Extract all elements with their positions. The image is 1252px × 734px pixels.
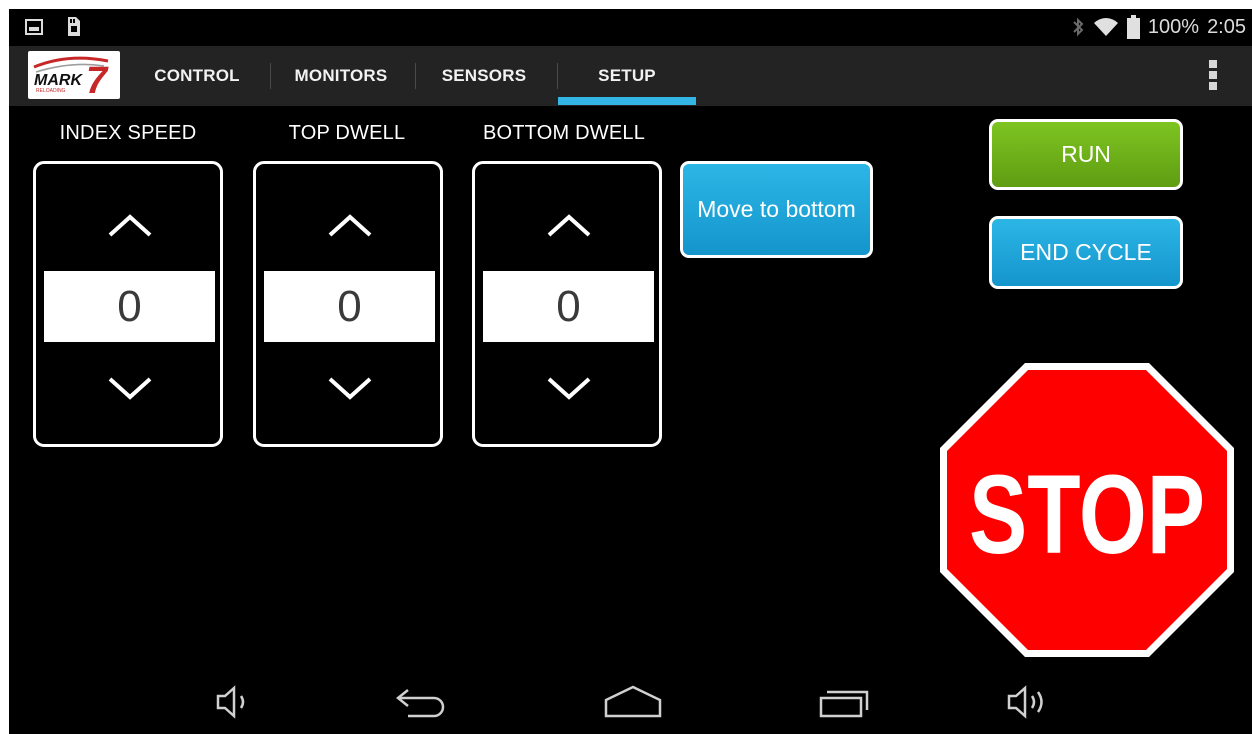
index-speed-value[interactable]: 0 [44, 271, 215, 342]
app-logo[interactable]: MARK 7 RELOADING [28, 51, 120, 99]
top-dwell-value[interactable]: 0 [264, 271, 435, 342]
gallery-icon [25, 19, 43, 35]
chevron-down-icon[interactable] [545, 376, 593, 402]
status-bar: 100% 2:05 [9, 9, 1252, 46]
volume-down-icon[interactable] [214, 682, 254, 722]
bottom-dwell-value[interactable]: 0 [483, 271, 654, 342]
tab-sensors[interactable]: SENSORS [423, 46, 545, 106]
wifi-icon [1093, 18, 1118, 36]
battery-icon [1126, 15, 1140, 39]
svg-text:MARK: MARK [34, 72, 83, 89]
move-to-bottom-button[interactable]: Move to bottom [680, 161, 873, 258]
chevron-up-icon[interactable] [545, 212, 593, 238]
battery-percent: 100% [1147, 15, 1200, 38]
device-screen: 100% 2:05 MARK 7 RELOADING CONTROL MONIT… [9, 9, 1252, 734]
index-speed-stepper: 0 [33, 161, 223, 447]
tab-divider [270, 63, 271, 89]
bottom-dwell-label: BOTTOM DWELL [482, 122, 646, 144]
overflow-menu-icon[interactable] [1205, 60, 1221, 94]
chevron-down-icon[interactable] [106, 376, 154, 402]
bottom-dwell-stepper: 0 [472, 161, 662, 447]
chevron-down-icon[interactable] [326, 376, 374, 402]
stop-button[interactable]: STOP [938, 361, 1236, 659]
sd-card-icon [68, 17, 80, 36]
selected-tab-indicator [558, 97, 696, 105]
bluetooth-icon [1073, 17, 1084, 37]
run-button[interactable]: RUN [989, 119, 1183, 190]
tab-monitors[interactable]: MONITORS [279, 46, 403, 106]
mark7-logo: MARK 7 RELOADING [33, 56, 109, 99]
back-icon[interactable] [394, 682, 450, 722]
recent-apps-icon[interactable] [817, 682, 873, 722]
tab-divider [415, 63, 416, 89]
stop-label: STOP [969, 452, 1205, 577]
clock: 2:05 [1207, 15, 1246, 38]
svg-text:RELOADING: RELOADING [36, 88, 66, 94]
status-indicators: 100% 2:05 [1071, 13, 1246, 41]
chevron-up-icon[interactable] [326, 212, 374, 238]
top-dwell-stepper: 0 [253, 161, 443, 447]
tab-control[interactable]: CONTROL [137, 46, 257, 106]
home-icon[interactable] [603, 682, 663, 722]
index-speed-label: INDEX SPEED [59, 122, 197, 144]
chevron-up-icon[interactable] [106, 212, 154, 238]
top-dwell-label: TOP DWELL [288, 122, 406, 144]
end-cycle-button[interactable]: END CYCLE [989, 216, 1183, 289]
volume-up-icon[interactable] [1005, 682, 1053, 722]
svg-text:7: 7 [86, 60, 109, 99]
